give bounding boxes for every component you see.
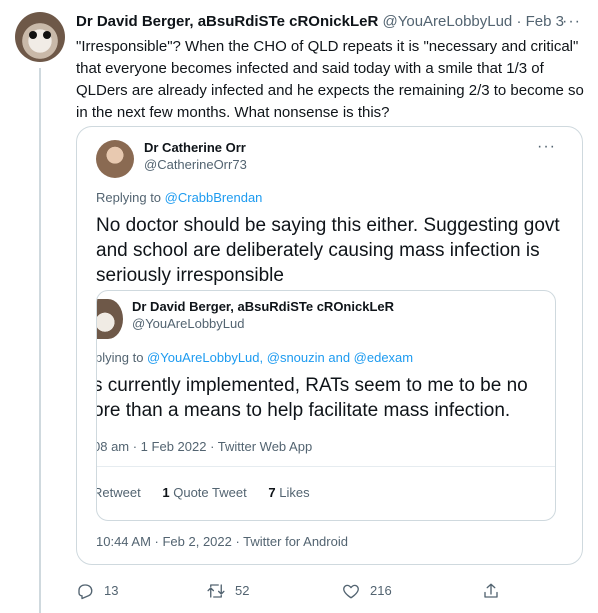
quoted-timestamp: 10:44 AM · Feb 2, 2022 · Twitter for And… xyxy=(96,534,348,549)
like-button[interactable]: 216 xyxy=(342,582,392,600)
divider xyxy=(97,466,555,467)
quoted-tweet-text: No doctor should be saying this either. … xyxy=(96,215,560,286)
nested-replying-to: plying to @YouAreLobbyLud, @snouzin and … xyxy=(96,349,413,366)
author-name[interactable]: Dr David Berger, aBsuRdiSTe cROnickLeR xyxy=(76,13,378,30)
author-handle[interactable]: @YouAreLobbyLud xyxy=(383,13,513,30)
share-icon xyxy=(484,583,498,598)
avatar-eye xyxy=(43,31,51,39)
author-avatar[interactable] xyxy=(15,12,65,62)
more-options-icon[interactable]: ··· xyxy=(562,14,581,30)
retweet-count: 52 xyxy=(235,583,250,598)
separator-dot: · xyxy=(516,13,522,30)
nested-timestamp: 08 am · 1 Feb 2022 · Twitter Web App xyxy=(96,439,313,454)
tweet-text: "Irresponsible"? When the CHO of QLD rep… xyxy=(76,38,584,121)
reply-count: 13 xyxy=(104,583,119,598)
like-count: 216 xyxy=(370,583,392,598)
tweet-header: Dr David Berger, aBsuRdiSTe cROnickLeR @… xyxy=(76,12,564,32)
quoted-more-icon[interactable]: ··· xyxy=(537,139,556,155)
quote-label[interactable]: Quote Tweet xyxy=(173,485,246,500)
retweet-icon xyxy=(207,584,225,598)
replying-to-link[interactable]: @CrabbBrendan xyxy=(165,190,263,205)
nested-replying-to-link[interactable]: @YouAreLobbyLud, @snouzin and @edexam xyxy=(147,350,413,365)
reply-button[interactable]: 13 xyxy=(76,582,118,600)
tweet-time[interactable]: Feb 3 xyxy=(526,13,564,30)
nested-tweet-text: s currently implemented, RATs seem to me… xyxy=(97,375,528,421)
quoted-author-handle: @CatherineOrr73 xyxy=(144,157,247,172)
nested-author-name: Dr David Berger, aBsuRdiSTe cROnickLeR xyxy=(132,299,395,314)
likes-label[interactable]: Likes xyxy=(279,485,309,500)
nested-author-avatar xyxy=(97,299,123,339)
likes-count: 7 xyxy=(268,485,276,500)
quote-count: 1 xyxy=(162,485,170,500)
replying-prefix: Replying to xyxy=(96,190,165,205)
like-icon xyxy=(343,584,359,599)
nested-quoted-tweet-card[interactable]: Dr David Berger, aBsuRdiSTe cROnickLeR @… xyxy=(96,290,556,521)
nested-replying-prefix: plying to xyxy=(96,350,148,365)
thread-line xyxy=(39,68,41,613)
quoted-tweet-card[interactable]: Dr Catherine Orr @CatherineOrr73 ··· Rep… xyxy=(76,126,583,565)
nested-stats: Retweet 1 Quote Tweet 7 Likes xyxy=(97,484,310,501)
quoted-author-avatar xyxy=(96,140,134,178)
quoted-author-name: Dr Catherine Orr xyxy=(144,140,246,155)
retweet-button[interactable]: 52 xyxy=(207,582,249,600)
share-button[interactable] xyxy=(482,582,500,600)
nested-author-handle: @YouAreLobbyLud xyxy=(132,316,245,331)
avatar-eye xyxy=(29,31,37,39)
retweets-label[interactable]: Retweet xyxy=(97,485,141,500)
reply-icon xyxy=(78,584,93,600)
replying-to: Replying to @CrabbBrendan xyxy=(96,189,262,206)
